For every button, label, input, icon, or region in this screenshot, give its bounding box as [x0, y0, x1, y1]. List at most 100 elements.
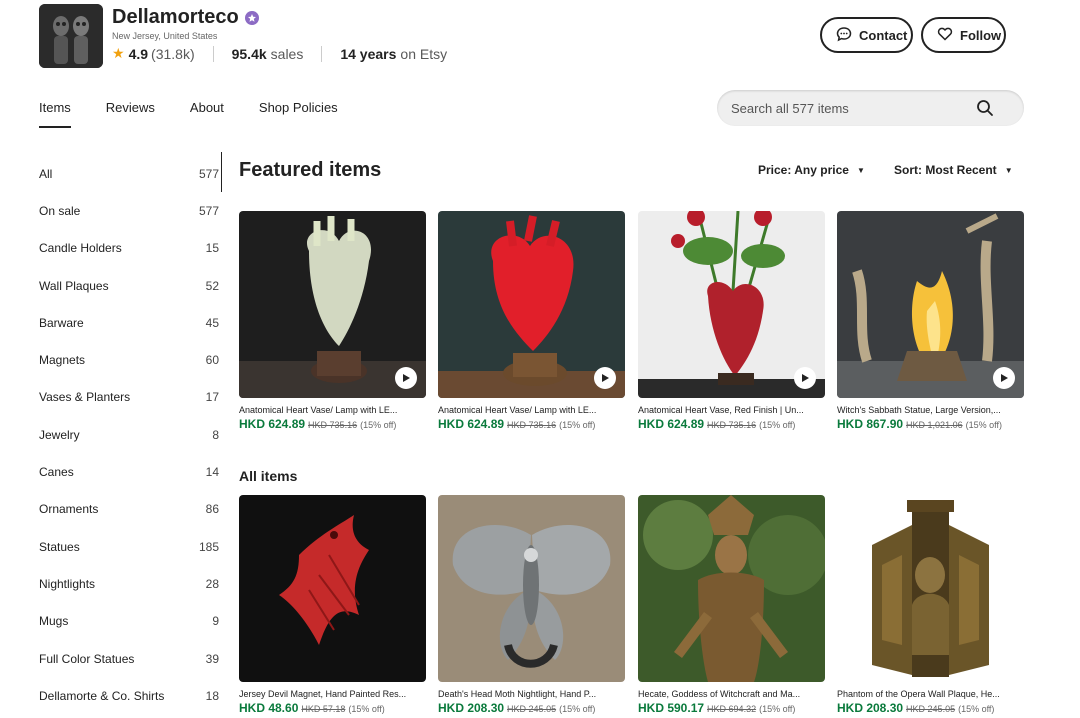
sidebar-category[interactable]: Nightlights 28 — [39, 565, 219, 602]
tab-about[interactable]: About — [190, 100, 224, 128]
product-card[interactable]: Hecate, Goddess of Witchcraft and Ma... H… — [638, 495, 825, 715]
sidebar-category-label: All — [39, 166, 53, 181]
sidebar-active-divider — [221, 152, 222, 192]
product-card[interactable]: Anatomical Heart Vase, Red Finish | Un..… — [638, 211, 825, 431]
play-video-icon[interactable] — [993, 367, 1015, 389]
sidebar-category-count: 86 — [205, 502, 219, 517]
sidebar-category-label: Jewelry — [39, 427, 80, 442]
shop-tabs: Items Reviews About Shop Policies — [39, 100, 373, 128]
product-title[interactable]: Phantom of the Opera Wall Plaque, He... — [837, 689, 1022, 699]
play-video-icon[interactable] — [594, 367, 616, 389]
shop-logo[interactable] — [39, 4, 103, 68]
sidebar-category[interactable]: Dellamorte & Co. Shirts 18 — [39, 677, 219, 714]
sidebar-category[interactable]: Wall Plaques 52 — [39, 267, 219, 304]
sidebar-category[interactable]: Barware 45 — [39, 304, 219, 341]
product-card[interactable]: Witch's Sabbath Statue, Large Version,..… — [837, 211, 1024, 431]
product-title[interactable]: Hecate, Goddess of Witchcraft and Ma... — [638, 689, 823, 699]
rating-count[interactable]: (31.8k) — [151, 46, 195, 62]
sidebar-category[interactable]: Full Color Statues 39 — [39, 640, 219, 677]
play-video-icon[interactable] — [395, 367, 417, 389]
sidebar-category-label: Ornaments — [39, 502, 99, 517]
contact-button[interactable]: Contact — [820, 17, 913, 53]
caret-down-icon: ▼ — [856, 165, 865, 175]
discount-label: (15% off) — [759, 420, 796, 430]
all-items-title: All items — [239, 468, 298, 484]
sidebar-category[interactable]: Candle Holders 15 — [39, 230, 219, 267]
discount-label: (15% off) — [360, 420, 397, 430]
price-filter-dropdown[interactable]: Price: Any price ▼ — [758, 163, 865, 177]
sidebar-category-count: 15 — [205, 241, 219, 256]
discount-label: (15% off) — [559, 704, 596, 714]
sidebar-category-count: 9 — [212, 614, 219, 629]
product-card[interactable]: Phantom of the Opera Wall Plaque, He... H… — [837, 495, 1024, 715]
heart-icon — [937, 26, 953, 45]
play-video-icon[interactable] — [794, 367, 816, 389]
sidebar-category[interactable]: Magnets 60 — [39, 341, 219, 378]
sidebar-category[interactable]: Statues 185 — [39, 528, 219, 565]
star-icon: ★ — [112, 45, 125, 61]
sidebar-category-count: 14 — [205, 465, 219, 480]
sidebar-category-label: On sale — [39, 203, 81, 218]
sidebar-category[interactable]: On sale 577 — [39, 192, 219, 229]
chat-icon — [836, 26, 852, 45]
sidebar-category-count: 18 — [205, 688, 219, 703]
tab-items[interactable]: Items — [39, 100, 71, 128]
sidebar-category[interactable]: All 577 — [39, 155, 219, 192]
product-card[interactable]: Anatomical Heart Vase/ Lamp with LE... HK… — [239, 211, 426, 431]
original-price: HKD 245.05 — [507, 704, 557, 714]
product-title[interactable]: Death's Head Moth Nightlight, Hand P... — [438, 689, 623, 699]
discount-label: (15% off) — [759, 704, 796, 714]
sidebar-category-label: Dellamorte & Co. Shirts — [39, 688, 165, 703]
product-title[interactable]: Anatomical Heart Vase/ Lamp with LE... — [239, 405, 424, 415]
sidebar-category[interactable]: Ornaments 86 — [39, 491, 219, 528]
product-image[interactable] — [837, 211, 1024, 398]
sidebar-category-label: Mugs — [39, 614, 69, 629]
original-price: HKD 694.32 — [707, 704, 757, 714]
original-price: HKD 735.16 — [707, 420, 757, 430]
sidebar-category-count: 185 — [198, 539, 219, 554]
sidebar-category-label: Vases & Planters — [39, 390, 131, 405]
discount-label: (15% off) — [958, 704, 995, 714]
sales-value: 95.4k — [231, 45, 267, 62]
sidebar-category[interactable]: Mugs 9 — [39, 603, 219, 640]
sidebar-category-label: Barware — [39, 315, 84, 330]
product-image[interactable] — [438, 495, 625, 682]
sort-dropdown[interactable]: Sort: Most Recent ▼ — [894, 163, 1013, 177]
sort-label: Sort: Most Recent — [894, 163, 997, 177]
product-card[interactable]: Jersey Devil Magnet, Hand Painted Res...… — [239, 495, 426, 715]
product-image[interactable] — [837, 495, 1024, 682]
sidebar-category[interactable]: Jewelry 8 — [39, 416, 219, 453]
sidebar-category[interactable]: Vases & Planters 17 — [39, 379, 219, 416]
tab-shop-policies[interactable]: Shop Policies — [259, 100, 338, 128]
product-image[interactable] — [239, 211, 426, 398]
product-price-row: HKD 208.30 HKD 245.05 (15% off) — [438, 701, 625, 715]
product-title[interactable]: Witch's Sabbath Statue, Large Version,..… — [837, 405, 1022, 415]
product-image[interactable] — [638, 211, 825, 398]
years-value: 14 years — [340, 45, 397, 62]
sidebar-category-count: 8 — [212, 427, 219, 442]
follow-button[interactable]: Follow — [921, 17, 1006, 53]
sale-price: HKD 208.30 — [438, 701, 505, 715]
product-card[interactable]: Death's Head Moth Nightlight, Hand P... H… — [438, 495, 625, 715]
product-title[interactable]: Anatomical Heart Vase, Red Finish | Un..… — [638, 405, 823, 415]
sales-label: sales — [270, 45, 304, 62]
contact-label: Contact — [859, 27, 908, 43]
sidebar-category-label: Statues — [39, 539, 80, 554]
discount-label: (15% off) — [559, 420, 596, 430]
product-image[interactable] — [638, 495, 825, 682]
product-image[interactable] — [438, 211, 625, 398]
product-card[interactable]: Anatomical Heart Vase/ Lamp with LE... HK… — [438, 211, 625, 431]
sidebar-category-label: Canes — [39, 465, 74, 480]
product-image[interactable] — [239, 495, 426, 682]
shop-rating[interactable]: 4.9 — [129, 46, 148, 62]
original-price: HKD 735.16 — [308, 420, 358, 430]
product-title[interactable]: Anatomical Heart Vase/ Lamp with LE... — [438, 405, 623, 415]
original-price: HKD 57.18 — [301, 704, 346, 714]
follow-label: Follow — [960, 27, 1002, 43]
sidebar-category[interactable]: Canes 14 — [39, 453, 219, 490]
product-title[interactable]: Jersey Devil Magnet, Hand Painted Res... — [239, 689, 424, 699]
search-icon[interactable] — [976, 99, 1050, 122]
tab-reviews[interactable]: Reviews — [106, 100, 155, 128]
sidebar-category-count: 45 — [205, 315, 219, 330]
sidebar-category-count: 577 — [198, 166, 219, 181]
